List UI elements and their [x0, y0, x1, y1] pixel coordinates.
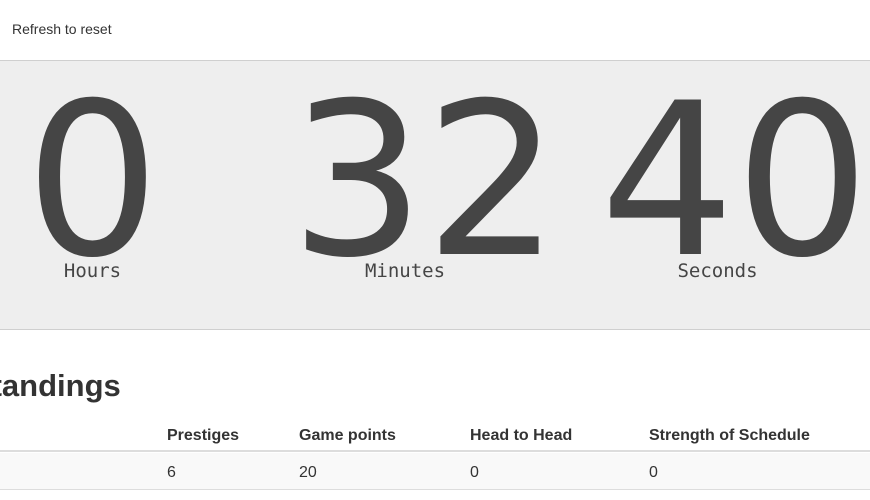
- top-bar: Refresh to reset: [0, 0, 870, 60]
- seconds-label: Seconds: [677, 260, 758, 282]
- column-header-strength-of-schedule[interactable]: Strength of Schedule: [649, 427, 810, 445]
- seconds-value: 40: [600, 60, 870, 304]
- standings-title: t Standings: [0, 368, 121, 403]
- standings-table-header: Prestiges Game points Head to Head Stren…: [0, 420, 870, 452]
- timer-seconds: 40 Seconds: [600, 60, 870, 329]
- column-header-head-to-head[interactable]: Head to Head: [470, 427, 572, 445]
- minutes-label: Minutes: [364, 260, 446, 282]
- hours-value: 0: [25, 60, 160, 304]
- timer-minutes: 32 Minutes: [290, 60, 560, 329]
- refresh-to-reset-link[interactable]: Refresh to reset: [12, 21, 112, 37]
- page: Refresh to reset 0 Hours 32 Minutes 40 S…: [0, 0, 870, 500]
- countdown-timer: 0 Hours 32 Minutes 40 Seconds: [0, 60, 870, 330]
- hours-label: Hours: [63, 260, 122, 282]
- cell-prestiges: 6: [167, 464, 176, 481]
- minutes-value: 32: [290, 60, 560, 304]
- cell-head-to-head: 0: [470, 464, 479, 481]
- table-row: 6 20 0 0: [0, 453, 870, 490]
- timer-hours: 0 Hours: [0, 60, 185, 329]
- cell-strength-of-schedule: 0: [649, 464, 658, 481]
- cell-game-points: 20: [299, 464, 317, 481]
- column-header-prestiges[interactable]: Prestiges: [167, 427, 239, 445]
- column-header-game-points[interactable]: Game points: [299, 427, 396, 445]
